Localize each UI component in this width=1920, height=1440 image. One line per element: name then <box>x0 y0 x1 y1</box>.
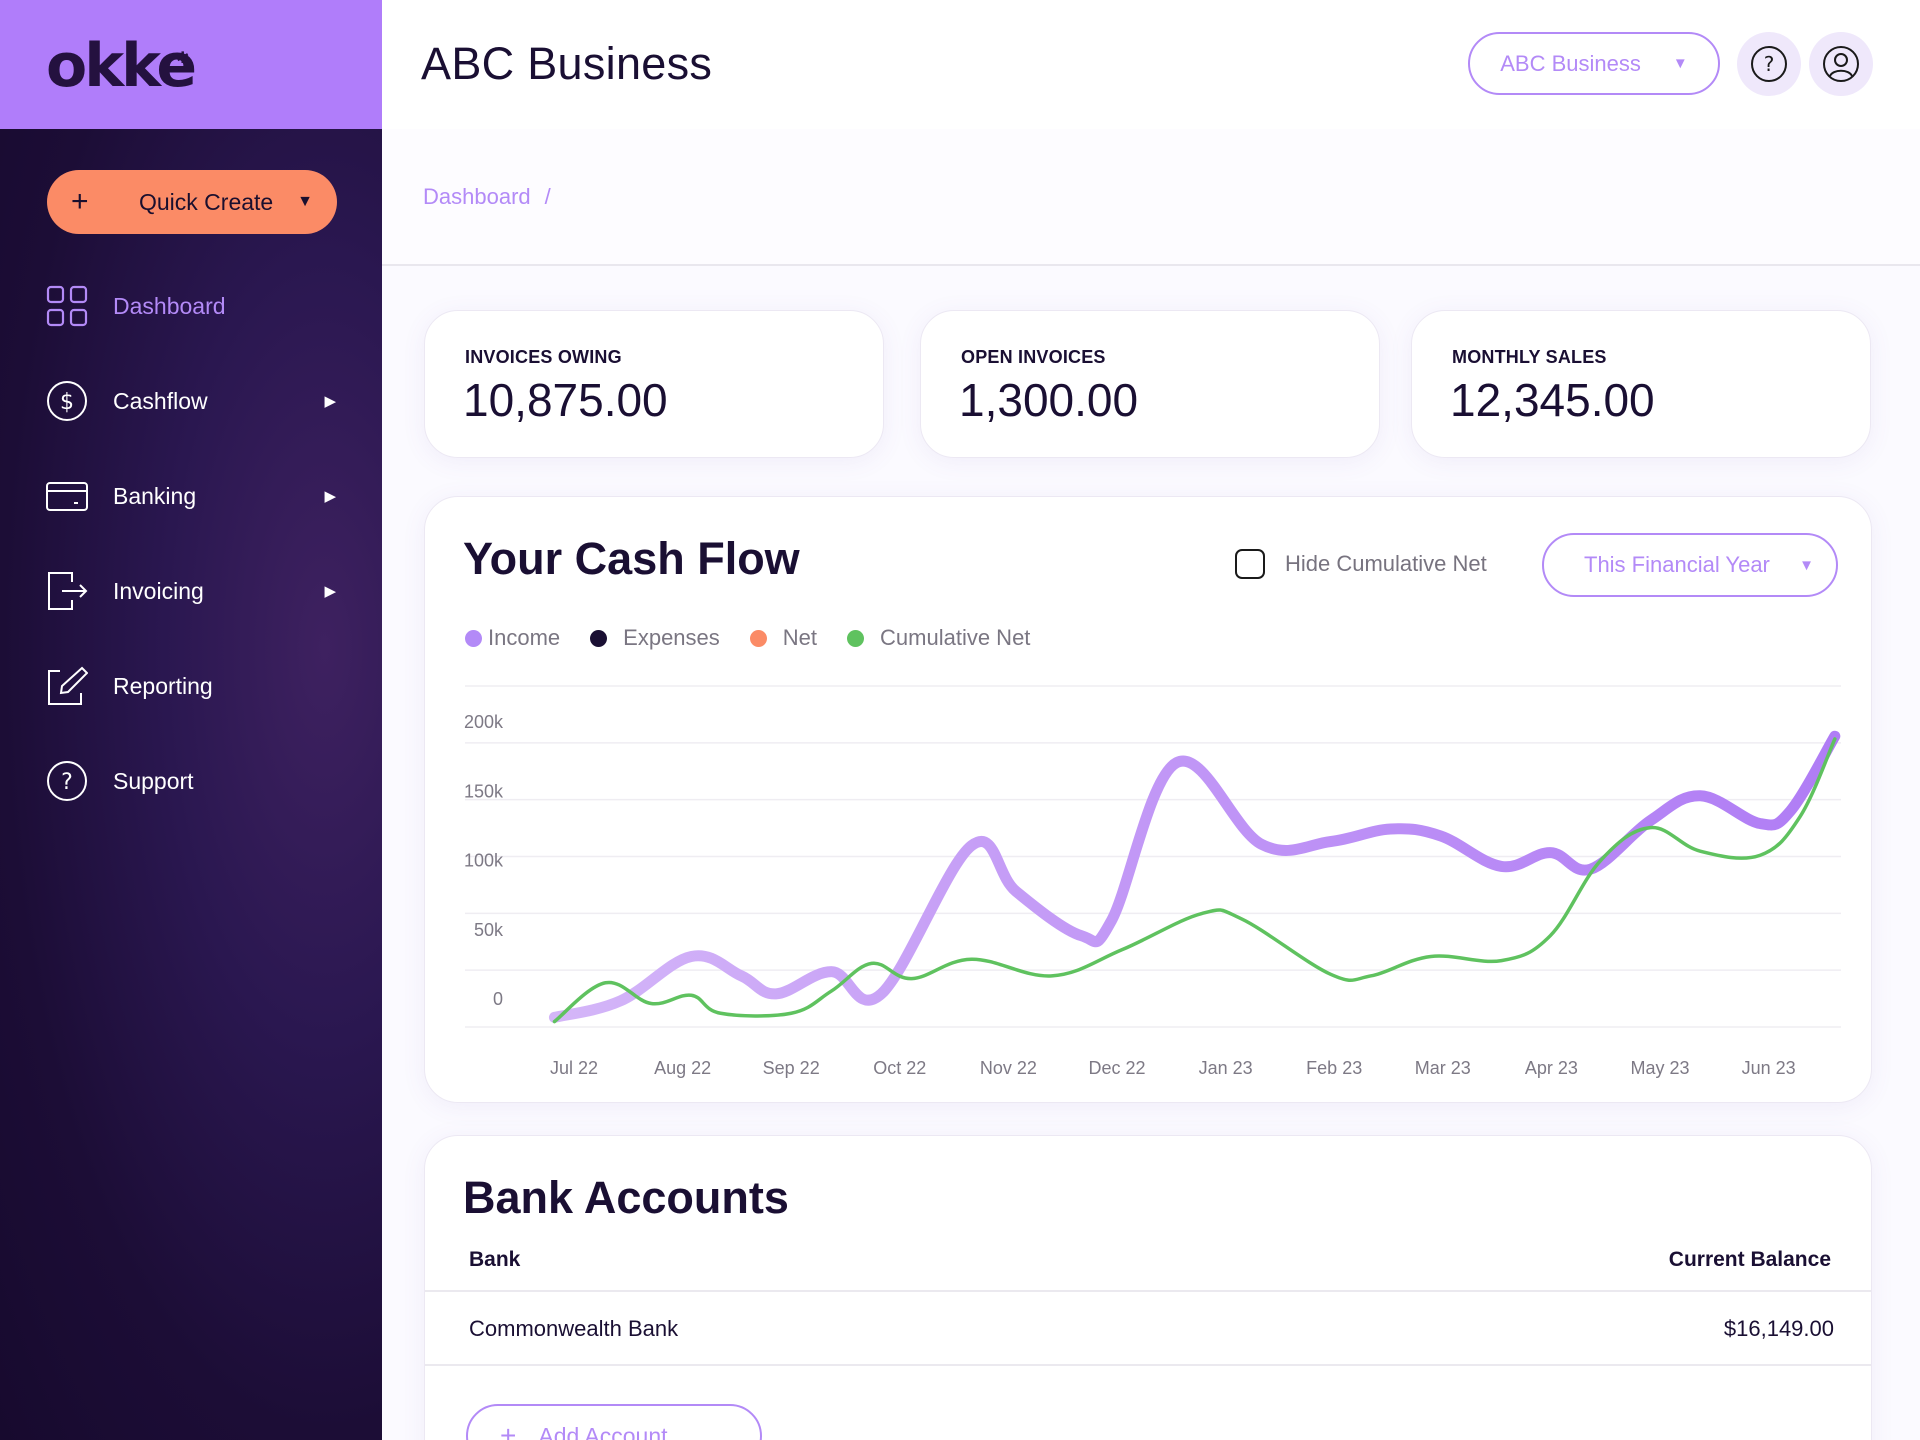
dollar-circle-icon: $ <box>46 380 88 422</box>
series-line-income <box>548 730 1841 1023</box>
sidebar-item-reporting[interactable]: Reporting <box>46 658 346 714</box>
y-tick-label: 100k <box>464 851 504 871</box>
stat-label: INVOICES OWING <box>465 347 622 367</box>
stat-value: 1,300.00 <box>959 374 1139 426</box>
page-title: ABC Business <box>421 38 713 89</box>
x-tick-label: Mar 23 <box>1415 1058 1471 1078</box>
bank-accounts-card: Bank Accounts Bank Current Balance Commo… <box>424 1135 1872 1440</box>
stat-label: OPEN INVOICES <box>961 347 1106 367</box>
sidebar-item-label: Reporting <box>113 672 213 699</box>
stat-card-monthly-sales[interactable]: MONTHLY SALES 12,345.00 <box>1411 310 1871 458</box>
svg-text:$: $ <box>60 390 74 415</box>
sidebar-item-label: Banking <box>113 482 197 509</box>
logo[interactable]: okke <box>46 32 197 100</box>
help-button[interactable]: ? <box>1737 32 1801 96</box>
cash-flow-chart: 200k 150k 100k 50k 0 Jul 22 Aug 22 Sep 22 Oct 22… <box>464 685 1841 1078</box>
svg-text:?: ? <box>61 770 73 795</box>
x-tick-label: Jun 23 <box>1742 1058 1796 1078</box>
user-menu-button[interactable] <box>1809 32 1873 96</box>
card-icon <box>46 475 88 517</box>
breadcrumb-item-dashboard[interactable]: Dashboard <box>423 184 531 210</box>
sidebar-item-support[interactable]: ? Support <box>46 753 346 809</box>
y-tick-label: 200k <box>464 712 504 732</box>
x-tick-label: Apr 23 <box>1525 1058 1578 1078</box>
chevron-down-icon: ▼ <box>297 193 313 210</box>
x-tick-label: May 23 <box>1630 1058 1689 1078</box>
cash-flow-card: Your Cash Flow Hide Cumulative Net This … <box>424 496 1872 1103</box>
business-select[interactable]: ABC Business ▼ <box>1468 32 1720 95</box>
stat-label: MONTHLY SALES <box>1452 347 1607 367</box>
x-tick-label: Dec 22 <box>1088 1058 1145 1078</box>
plus-icon: + <box>71 185 89 218</box>
column-header-bank: Bank <box>469 1248 521 1271</box>
add-account-button[interactable]: + Add Account <box>466 1404 762 1440</box>
x-tick-label: Aug 22 <box>654 1058 711 1078</box>
sidebar-item-label: Dashboard <box>113 292 226 319</box>
sidebar-item-banking[interactable]: Banking ▶ <box>46 468 346 524</box>
help-icon: ? <box>1751 46 1787 82</box>
y-tick-label: 150k <box>464 781 504 801</box>
plus-icon: + <box>500 1420 517 1440</box>
user-icon <box>1823 46 1859 82</box>
bank-name: Commonwealth Bank <box>469 1316 679 1341</box>
y-tick-label: 0 <box>493 989 503 1009</box>
grid-icon <box>46 285 88 327</box>
sidebar: okke ✱ + Quick Create ▼ Dashboard $ Cash… <box>0 0 382 1440</box>
breadcrumb-separator: / <box>544 184 551 209</box>
breadcrumb: Dashboard / <box>423 184 551 210</box>
sidebar-item-invoicing[interactable]: Invoicing ▶ <box>46 563 346 619</box>
x-tick-label: Jan 23 <box>1199 1058 1253 1078</box>
breadcrumb-bar: Dashboard / <box>382 129 1920 266</box>
x-tick-label: Oct 22 <box>873 1058 926 1078</box>
export-icon <box>46 570 88 612</box>
sidebar-item-cashflow[interactable]: $ Cashflow ▶ <box>46 373 346 429</box>
column-header-current-balance: Current Balance <box>1668 1248 1831 1271</box>
x-tick-label: Nov 22 <box>980 1058 1037 1078</box>
table-row[interactable]: Commonwealth Bank $16,149.00 <box>425 1294 1871 1366</box>
chevron-right-icon: ▶ <box>324 583 336 600</box>
chevron-down-icon: ▼ <box>1672 55 1688 72</box>
edit-icon <box>46 665 88 707</box>
stat-card-invoices-owing[interactable]: INVOICES OWING 10,875.00 <box>424 310 884 458</box>
sidebar-item-label: Support <box>113 767 194 794</box>
logo-mark-icon: ✱ <box>176 50 190 67</box>
svg-text:?: ? <box>1764 52 1775 76</box>
add-account-label: Add Account <box>538 1422 668 1440</box>
stat-value: 12,345.00 <box>1450 374 1655 426</box>
x-tick-label: Sep 22 <box>763 1058 820 1078</box>
help-circle-icon: ? <box>46 760 88 802</box>
business-select-value: ABC Business <box>1500 50 1641 76</box>
bank-accounts-title: Bank Accounts <box>463 1172 789 1223</box>
chevron-right-icon: ▶ <box>324 393 336 410</box>
y-tick-label: 50k <box>474 920 504 940</box>
bank-balance: $16,149.00 <box>1723 1316 1834 1341</box>
x-tick-label: Feb 23 <box>1306 1058 1362 1078</box>
sidebar-item-dashboard[interactable]: Dashboard <box>46 278 346 334</box>
sidebar-item-label: Invoicing <box>113 577 204 604</box>
chevron-right-icon: ▶ <box>324 488 336 505</box>
quick-create-button[interactable]: + Quick Create ▼ <box>47 170 337 234</box>
stat-value: 10,875.00 <box>463 374 668 426</box>
table-header: Bank Current Balance <box>425 1234 1871 1292</box>
x-tick-label: Jul 22 <box>550 1058 598 1078</box>
quick-create-label: Quick Create <box>139 188 274 215</box>
stat-card-open-invoices[interactable]: OPEN INVOICES 1,300.00 <box>920 310 1380 458</box>
topbar: ABC Business ABC Business ▼ ? <box>382 0 1920 129</box>
sidebar-item-label: Cashflow <box>113 387 208 414</box>
logo-area: okke ✱ <box>0 0 382 129</box>
